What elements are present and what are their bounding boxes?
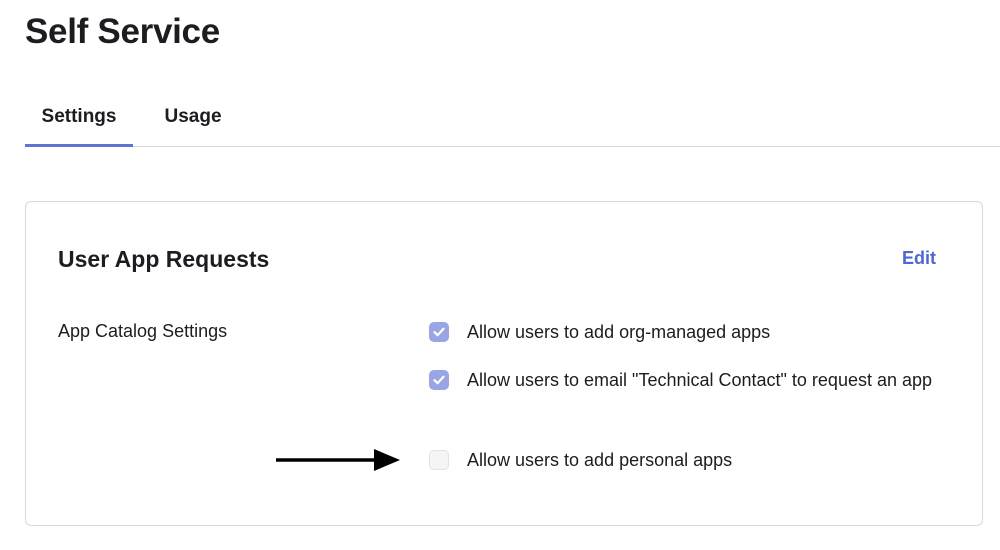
app-catalog-settings-label: App Catalog Settings [58,321,228,341]
arrow-right-icon [276,449,400,471]
check-icon [433,375,445,385]
email-technical-contact-checkbox[interactable] [429,370,449,390]
card-title: User App Requests [58,246,270,272]
tab-bar: Settings Usage [25,96,1000,147]
edit-button[interactable]: Edit [902,248,936,269]
option-email-technical-contact: Allow users to email "Technical Contact"… [429,369,959,396]
option-label: Allow users to add personal apps [467,450,733,470]
tab-settings[interactable]: Settings [25,96,133,147]
option-org-managed-apps: Allow users to add org-managed apps [429,321,959,348]
option-label: Allow users to email "Technical Contact"… [467,370,933,390]
org-managed-apps-checkbox[interactable] [429,322,449,342]
option-personal-apps: Allow users to add personal apps [429,449,959,476]
tab-usage[interactable]: Usage [153,96,233,146]
self-service-page: Self Service Settings Usage User App Req… [0,0,1000,550]
page-title: Self Service [25,12,220,51]
check-icon [433,327,445,337]
option-label: Allow users to add org-managed apps [467,322,771,342]
user-app-requests-card: User App Requests Edit App Catalog Setti… [25,201,983,526]
personal-apps-checkbox[interactable] [429,450,449,470]
